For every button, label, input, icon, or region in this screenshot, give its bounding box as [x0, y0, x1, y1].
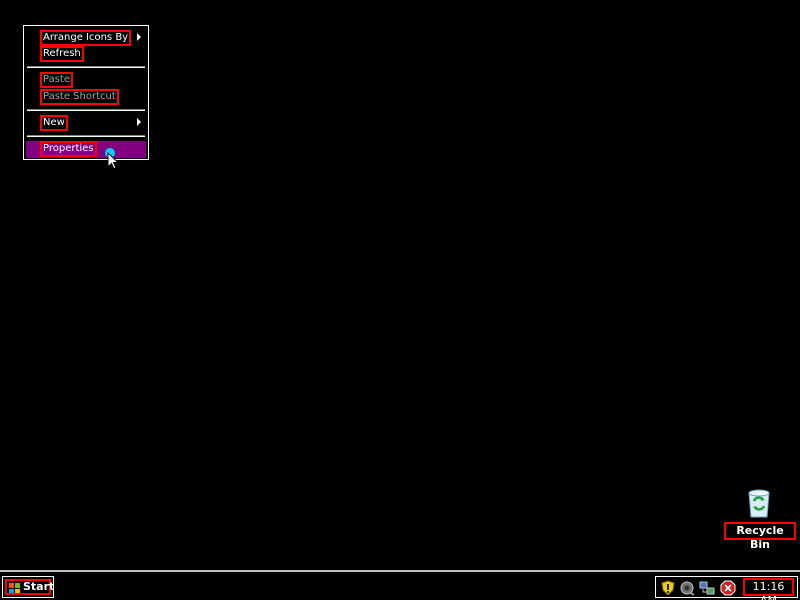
- menu-item-label: Paste: [40, 72, 73, 88]
- desktop-context-menu: Arrange Icons By Refresh Paste Paste Sho…: [23, 25, 149, 160]
- network-icon[interactable]: [699, 580, 715, 596]
- alert-icon[interactable]: [720, 580, 736, 596]
- taskbar: Start 11:16 AM: [0, 570, 800, 600]
- start-button-label: Start: [5, 579, 54, 595]
- submenu-arrow-icon: [137, 33, 141, 41]
- menu-item-label: Arrange Icons By: [40, 30, 132, 46]
- menu-item-new[interactable]: New: [40, 115, 146, 131]
- menu-item-paste[interactable]: Paste: [40, 72, 146, 88]
- menu-separator: [27, 66, 145, 68]
- menu-item-properties[interactable]: Properties: [26, 141, 146, 158]
- desktop-icon-recycle-bin[interactable]: Recycle Bin: [724, 487, 796, 551]
- desktop-icon-label: Recycle Bin: [724, 522, 796, 551]
- mouse-pointer-icon: [107, 152, 119, 170]
- menu-separator: [27, 109, 145, 111]
- menu-item-refresh[interactable]: Refresh: [40, 46, 146, 62]
- security-shield-icon[interactable]: [660, 580, 676, 596]
- submenu-arrow-icon: [137, 118, 141, 126]
- taskbar-clock[interactable]: 11:16 AM: [743, 578, 794, 600]
- menu-item-paste-shortcut[interactable]: Paste Shortcut: [40, 89, 146, 105]
- menu-item-label: Refresh: [40, 46, 84, 62]
- desktop[interactable]: Arrange Icons By Refresh Paste Paste Sho…: [0, 0, 800, 600]
- volume-icon[interactable]: [679, 580, 695, 596]
- menu-separator: [27, 135, 145, 137]
- menu-item-label: New: [40, 115, 68, 131]
- menu-item-label: Properties: [40, 141, 97, 157]
- system-tray: 11:16 AM: [655, 576, 798, 600]
- menu-item-arrange-icons-by[interactable]: Arrange Icons By: [40, 30, 146, 46]
- recycle-bin-icon: [748, 489, 770, 518]
- start-button[interactable]: Start: [2, 576, 54, 598]
- menu-item-label: Paste Shortcut: [40, 89, 119, 105]
